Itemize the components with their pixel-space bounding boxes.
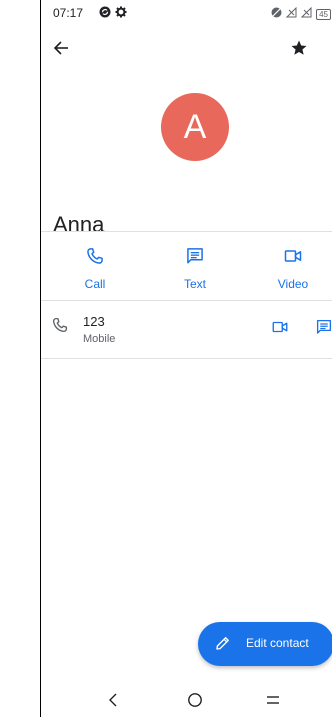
nav-back-button[interactable] [93,690,133,714]
menu-icon [265,693,281,712]
video-icon [283,246,303,271]
phone-icon [51,316,69,339]
back-button[interactable] [47,36,75,64]
status-left-icons [99,5,127,23]
video-icon [271,321,289,340]
divider [41,231,332,232]
phone-icon [85,246,105,271]
video-call-button[interactable] [271,318,289,341]
video-label: Video [277,277,309,291]
status-time: 07:17 [53,6,84,20]
status-right-icons: 45 [271,5,331,23]
star-icon [290,39,308,62]
video-button[interactable]: Video [258,246,328,296]
favorite-button[interactable] [285,36,313,64]
contact-avatar: A [161,93,229,161]
navigation-bar [41,690,332,717]
settings-icon [115,5,127,23]
edit-contact-button[interactable]: Edit contact [198,622,332,666]
nav-home-button[interactable] [175,690,215,714]
status-bar: 07:17 45 [41,0,332,24]
home-icon [187,692,203,713]
send-message-button[interactable] [315,318,332,341]
call-button[interactable]: Call [60,246,130,296]
arrow-back-icon [53,40,69,61]
phone-type: Mobile [83,333,116,345]
call-label: Call [84,277,106,291]
phone-entry[interactable]: 123 Mobile [41,312,332,356]
no-signal-icon [285,5,297,23]
screen: 07:17 45 A Anna Call Text Video 123 Mobi… [40,0,332,717]
vibrate-icon [271,5,282,23]
contact-name: Anna [53,212,105,237]
text-button[interactable]: Text [160,246,230,296]
message-icon [315,319,332,340]
pencil-icon [214,634,232,657]
divider [41,300,332,301]
text-label: Text [183,277,206,291]
divider [41,358,332,359]
no-signal-icon-2 [300,5,312,23]
message-icon [185,246,205,271]
edit-contact-label: Edit contact [246,636,309,650]
nav-menu-button[interactable] [253,690,293,714]
sync-icon [99,5,111,23]
battery-icon: 45 [316,8,331,20]
back-icon [107,693,119,712]
phone-number: 123 [83,314,105,329]
